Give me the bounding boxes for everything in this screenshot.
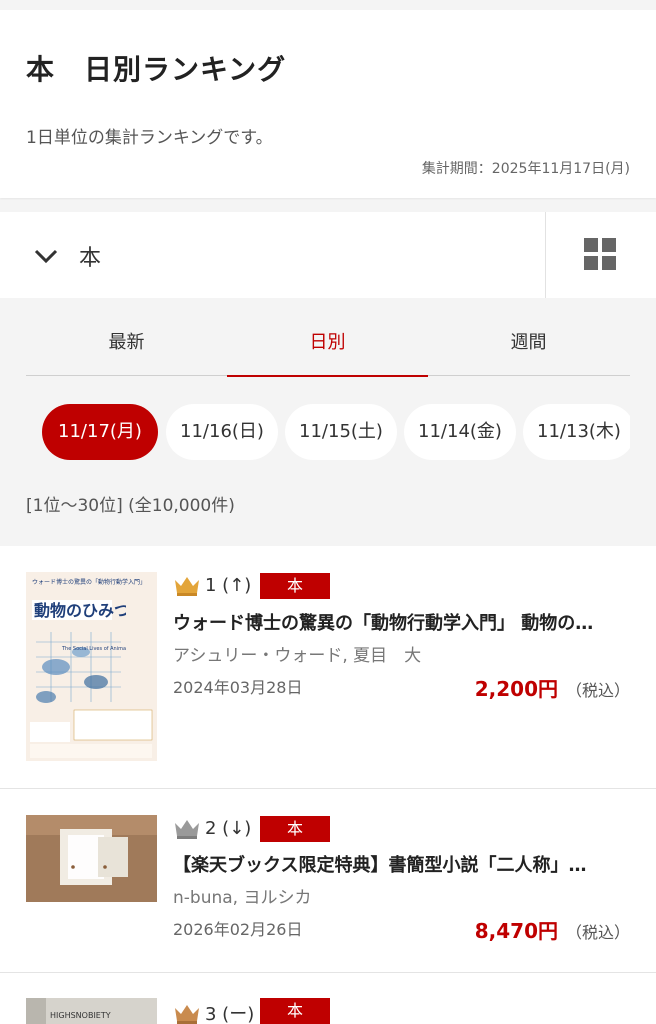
silver-crown-icon (175, 820, 199, 839)
date-pill-1114[interactable]: 11/14(金) (404, 404, 516, 460)
category-bar: 本 (0, 212, 656, 298)
gold-crown-icon (175, 577, 199, 596)
item-author[interactable]: アシュリー・ウォード, 夏目 大 (173, 641, 421, 666)
list-item[interactable]: 動物のひみつ ウォード博士の驚異の「動物行動学入門」 The Social Li… (0, 546, 656, 788)
aggregation-period: 集計期間：2025年11月17日(月) (421, 161, 630, 177)
item-title[interactable]: 【楽天ブックス限定特典】書簡型小説「二人称」… (173, 851, 633, 877)
date-pill-1116[interactable]: 11/16(日) (166, 404, 278, 460)
list-item[interactable]: 2 (↓) 本 【楽天ブックス限定特典】書簡型小説「二人称」… n-buna, … (0, 789, 656, 972)
release-date: 2026年02月26日 (173, 920, 303, 939)
rank-number: 2 (↓) (205, 817, 252, 839)
page-description: 1日単位の集計ランキングです。 (26, 128, 273, 148)
date-pill-1117[interactable]: 11/17(月) (42, 404, 158, 460)
date-pill-1113[interactable]: 11/13(木) (523, 404, 630, 460)
list-item[interactable]: HIGHSNOBIETY 3 (ー) 本 (0, 973, 656, 1024)
tab-daily[interactable]: 日別 (227, 310, 428, 376)
date-selector: 11/17(月) 11/16(日) 11/15(土) 11/14(金) 11/1… (26, 404, 630, 460)
cover-top: ウォード博士の驚異の「動物行動学入門」 (32, 578, 146, 586)
tax-label: （税込） (565, 681, 630, 700)
period-tabs: 最新 日別 週間 (26, 310, 630, 376)
price-amount: 8,470円 (474, 919, 558, 943)
rank-indicator: 2 (↓) (173, 817, 251, 839)
rank-indicator: 3 (ー) (173, 1000, 254, 1024)
book-cover-image[interactable] (26, 815, 157, 902)
rank-number: 3 (ー) (205, 1004, 255, 1024)
category-dropdown[interactable]: 本 (0, 212, 545, 298)
item-title[interactable]: ウォード博士の驚異の「動物行動学入門」 動物の… (173, 609, 633, 635)
category-badge: 本 (260, 816, 330, 842)
active-tab-indicator (227, 375, 428, 377)
cover-top: HIGHSNOBIETY (50, 1011, 111, 1020)
category-label: 本 (79, 246, 102, 271)
rank-number: 1 (↑) (205, 574, 252, 596)
tab-weekly[interactable]: 週間 (428, 310, 629, 376)
page-title: 本 日別ランキング (26, 53, 287, 86)
price: 2,200円 （税込） (475, 673, 630, 702)
cover-art: 動物のひみつ ウォード博士の驚異の「動物行動学入門」 The Social Li… (26, 572, 157, 761)
item-author[interactable]: n-buna, ヨルシカ (173, 883, 311, 908)
cover-art: HIGHSNOBIETY (26, 998, 157, 1024)
bronze-crown-icon (175, 1005, 199, 1024)
tax-label: （税込） (565, 923, 630, 942)
book-cover-image[interactable]: 動物のひみつ ウォード博士の驚異の「動物行動学入門」 The Social Li… (26, 572, 157, 761)
rank-indicator: 1 (↑) (173, 574, 251, 596)
price: 8,470円 （税込） (475, 915, 630, 944)
tab-latest[interactable]: 最新 (26, 310, 227, 376)
category-badge: 本 (260, 573, 330, 599)
ranking-header: 本 日別ランキング 1日単位の集計ランキングです。 集計期間：2025年11月1… (0, 10, 656, 198)
ranking-list: 動物のひみつ ウォード博士の驚異の「動物行動学入門」 The Social Li… (0, 546, 656, 1024)
chevron-down-icon (34, 249, 58, 264)
cover-headline: 動物のひみつ (34, 601, 130, 620)
release-date: 2024年03月28日 (173, 678, 303, 697)
cover-art (26, 815, 157, 902)
book-cover-image[interactable]: HIGHSNOBIETY (26, 998, 157, 1024)
grid-view-button[interactable] (546, 212, 656, 298)
date-pill-1115[interactable]: 11/15(土) (285, 404, 397, 460)
category-badge: 本 (260, 998, 330, 1024)
price-amount: 2,200円 (474, 677, 558, 701)
result-count: [1位〜30位] (全10,000件) (26, 496, 235, 516)
cover-subtitle: The Social Lives of Animals (61, 646, 130, 652)
